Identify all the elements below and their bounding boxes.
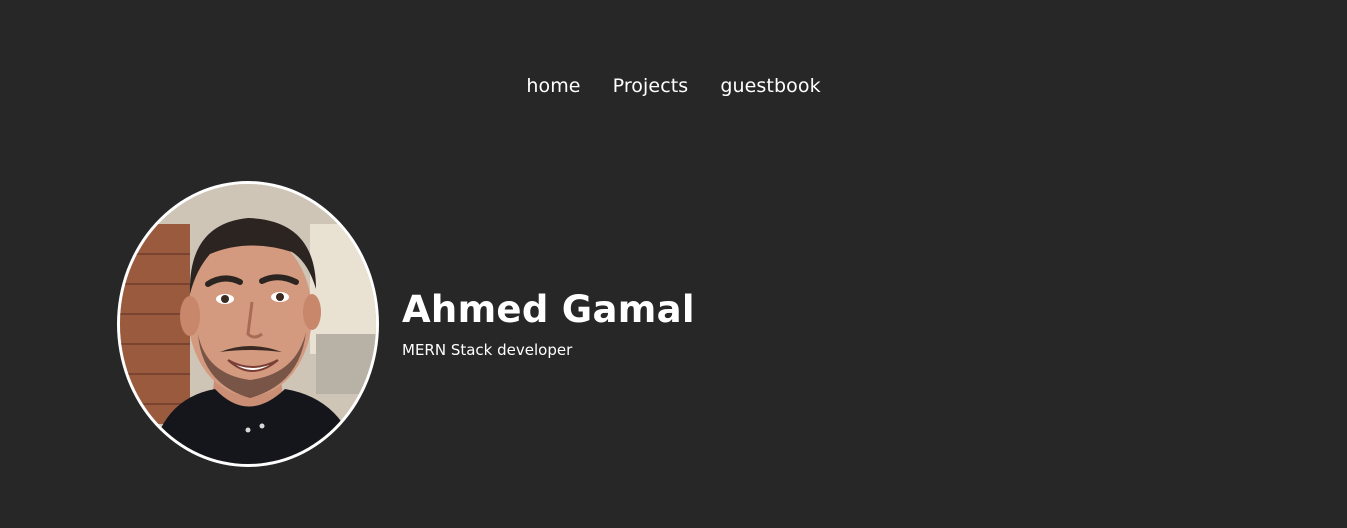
profile-info: Ahmed Gamal MERN Stack developer: [402, 288, 695, 360]
avatar: [117, 181, 379, 467]
profile-hero: Ahmed Gamal MERN Stack developer: [117, 181, 695, 467]
nav-link-guestbook[interactable]: guestbook: [720, 72, 820, 100]
main-nav: home Projects guestbook: [0, 72, 1347, 100]
profile-role: MERN Stack developer: [402, 341, 573, 359]
nav-link-home[interactable]: home: [526, 72, 580, 100]
nav-link-projects[interactable]: Projects: [613, 72, 689, 100]
profile-name: Ahmed Gamal: [402, 288, 695, 331]
profile-photo: [120, 184, 376, 464]
